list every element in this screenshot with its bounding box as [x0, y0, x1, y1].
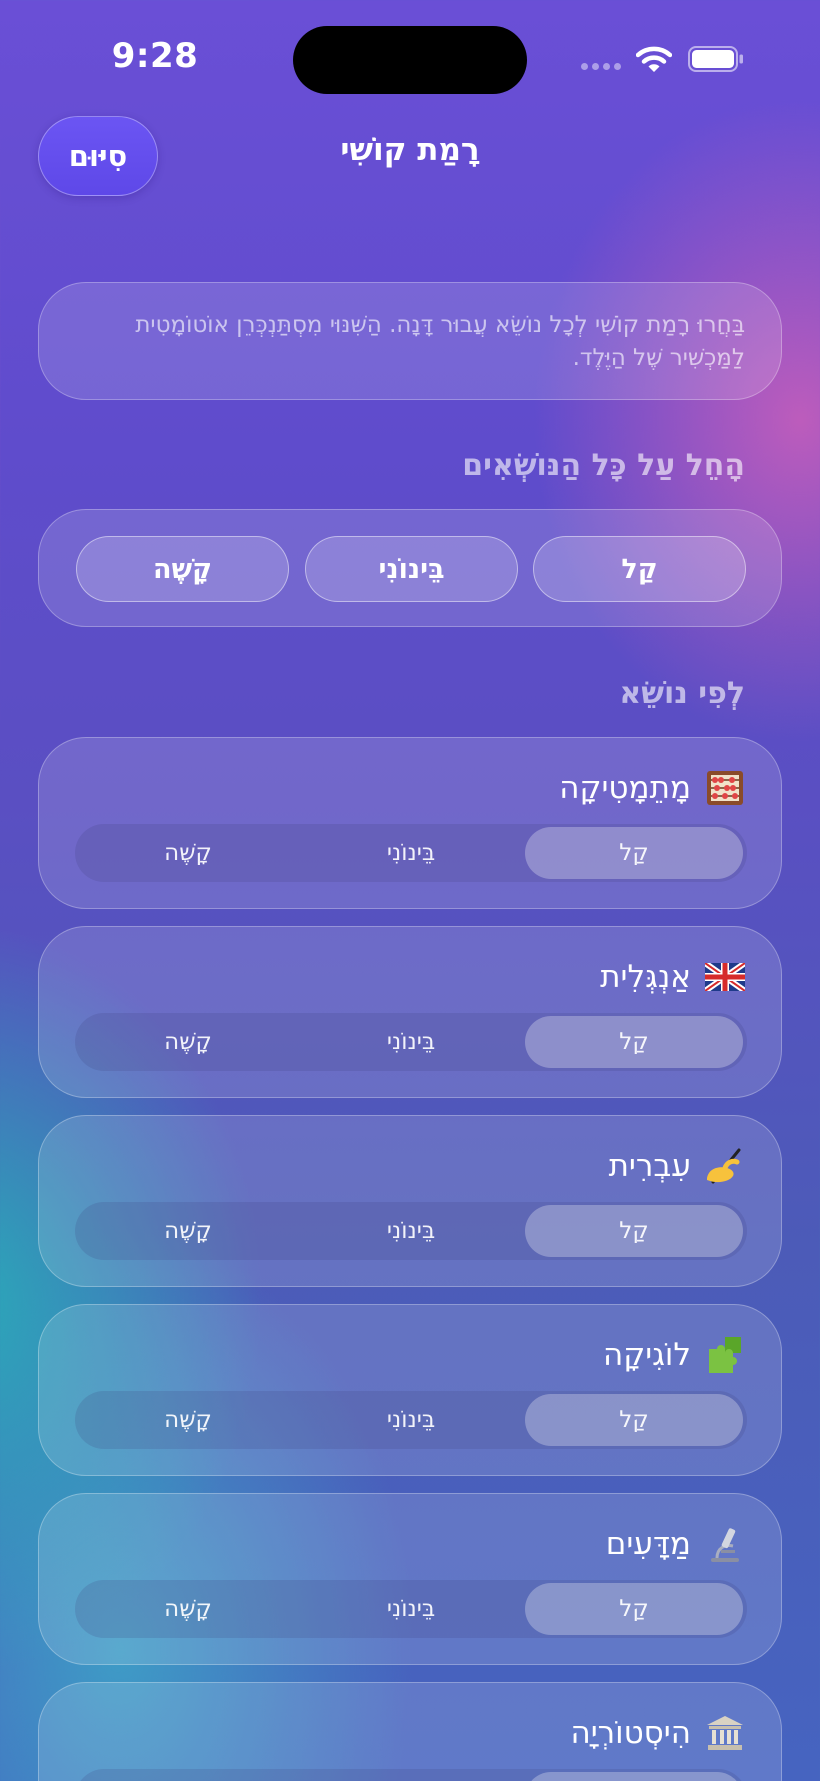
difficulty-segmented-control: קַל בֵּינוֹנִי קָשֶׁה	[75, 1769, 747, 1781]
info-card: בַּחֲרוּ רָמַת קוֹשִׁי לְכָל נוֹשֵׂא עֲב…	[38, 282, 782, 400]
difficulty-option-medium[interactable]: בֵּינוֹנִי	[302, 1394, 520, 1446]
subject-card-logic: לוֹגִיקָה קַל בֵּינוֹנִי קָשֶׁה	[38, 1304, 782, 1476]
difficulty-option-medium[interactable]: בֵּינוֹנִי	[302, 1205, 520, 1257]
difficulty-option-medium[interactable]: בֵּינוֹנִי	[302, 1016, 520, 1068]
abacus-icon	[705, 768, 745, 808]
subject-card-history: הִיסְטוֹרְיָה קַל בֵּינוֹנִי קָשֶׁה	[38, 1682, 782, 1781]
difficulty-option-medium[interactable]: בֵּינוֹנִי	[302, 827, 520, 879]
difficulty-option-hard[interactable]: קָשֶׁה	[79, 1772, 297, 1781]
difficulty-option-medium[interactable]: בֵּינוֹנִי	[302, 1772, 520, 1781]
info-text: בַּחֲרוּ רָמַת קוֹשִׁי לְכָל נוֹשֵׂא עֲב…	[135, 312, 745, 371]
subject-name: הִיסְטוֹרְיָה	[570, 1715, 691, 1751]
apply-all-medium-button[interactable]: בֵּינוֹנִי	[305, 536, 518, 602]
subject-title: עִבְרִית	[609, 1142, 745, 1190]
subject-name: לוֹגִיקָה	[602, 1337, 691, 1373]
writing-hand-icon	[705, 1146, 745, 1186]
difficulty-option-medium[interactable]: בֵּינוֹנִי	[302, 1583, 520, 1635]
microscope-icon	[705, 1524, 745, 1564]
difficulty-option-easy[interactable]: קַל	[525, 1772, 743, 1781]
difficulty-segmented-control: קַל בֵּינוֹנִי קָשֶׁה	[75, 1013, 747, 1071]
status-bar: 9:28	[0, 0, 820, 110]
per-subject-heading: לְפִי נוֹשֵׂא	[619, 676, 745, 711]
subject-title: אַנְגְּלִית	[600, 953, 745, 1001]
subject-name: עִבְרִית	[608, 1148, 691, 1184]
difficulty-option-easy[interactable]: קַל	[525, 1583, 743, 1635]
apply-all-heading: הָחֵל עַל כָּל הַנּוֹשְׂאִים	[462, 448, 745, 483]
apply-all-hard-button[interactable]: קָשֶׁה	[76, 536, 289, 602]
subject-name: מַדָּעִים	[605, 1526, 691, 1562]
difficulty-option-hard[interactable]: קָשֶׁה	[79, 1016, 297, 1068]
status-time: 9:28	[111, 36, 199, 76]
uk-flag-icon	[705, 957, 745, 997]
subject-card-hebrew: עִבְרִית קַל בֵּינוֹנִי קָשֶׁה	[38, 1115, 782, 1287]
subject-title: הִיסְטוֹרְיָה	[570, 1709, 745, 1757]
page-title: רָמַת קוֹשִׁי	[340, 132, 480, 168]
puzzle-icon	[705, 1335, 745, 1375]
battery-icon	[688, 46, 743, 72]
wifi-icon	[636, 46, 672, 72]
apply-all-card: קַל בֵּינוֹנִי קָשֶׁה	[38, 509, 782, 627]
difficulty-option-hard[interactable]: קָשֶׁה	[79, 1394, 297, 1446]
difficulty-option-easy[interactable]: קַל	[525, 1016, 743, 1068]
subject-title: מָתֵמָטִיקָה	[559, 764, 745, 812]
subject-name: אַנְגְּלִית	[600, 959, 691, 995]
subject-title: לוֹגִיקָה	[603, 1331, 745, 1379]
difficulty-option-hard[interactable]: קָשֶׁה	[79, 1205, 297, 1257]
difficulty-option-easy[interactable]: קַל	[525, 1205, 743, 1257]
done-button[interactable]: סִיּוּם	[38, 116, 158, 196]
difficulty-option-hard[interactable]: קָשֶׁה	[79, 1583, 297, 1635]
difficulty-option-easy[interactable]: קַל	[525, 1394, 743, 1446]
museum-icon	[705, 1713, 745, 1753]
dynamic-island	[293, 26, 527, 94]
subject-card-science: מַדָּעִים קַל בֵּינוֹנִי קָשֶׁה	[38, 1493, 782, 1665]
difficulty-option-easy[interactable]: קַל	[525, 827, 743, 879]
subject-card-math: מָתֵמָטִיקָה קַל בֵּינוֹנִי קָשֶׁה	[38, 737, 782, 909]
difficulty-segmented-control: קַל בֵּינוֹנִי קָשֶׁה	[75, 1391, 747, 1449]
subject-card-english: אַנְגְּלִית קַל בֵּינוֹנִי קָשֶׁה	[38, 926, 782, 1098]
difficulty-segmented-control: קַל בֵּינוֹנִי קָשֶׁה	[75, 1202, 747, 1260]
subject-title: מַדָּעִים	[606, 1520, 745, 1568]
apply-all-easy-button[interactable]: קַל	[533, 536, 746, 602]
difficulty-segmented-control: קַל בֵּינוֹנִי קָשֶׁה	[75, 824, 747, 882]
difficulty-option-hard[interactable]: קָשֶׁה	[79, 827, 297, 879]
difficulty-segmented-control: קַל בֵּינוֹנִי קָשֶׁה	[75, 1580, 747, 1638]
cellular-signal-icon	[581, 63, 623, 73]
subject-name: מָתֵמָטִיקָה	[559, 770, 691, 806]
